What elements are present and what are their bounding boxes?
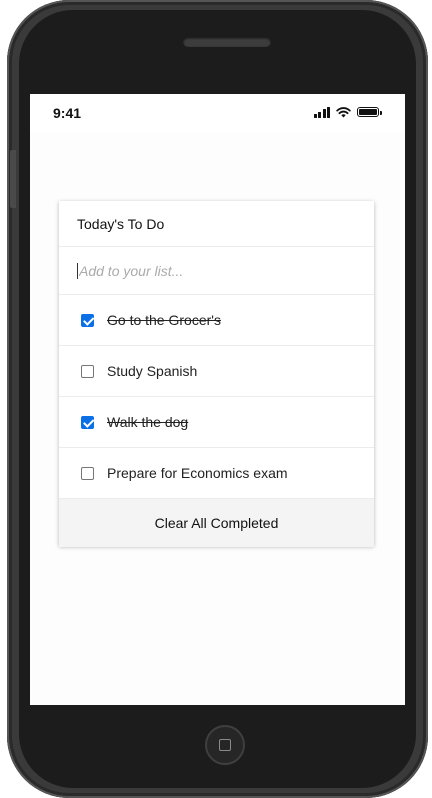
todo-item-label: Study Spanish [107, 363, 198, 379]
add-item-input[interactable] [77, 262, 356, 279]
checked-checkbox[interactable] [81, 415, 94, 429]
todo-item-label: Prepare for Economics exam [107, 465, 288, 481]
todo-item-label: Go to the Grocer's [107, 312, 221, 328]
todo-title: Today's To Do [59, 201, 374, 247]
status-bar: 9:41 [30, 94, 405, 132]
status-time: 9:41 [53, 105, 82, 121]
home-square-icon [219, 739, 231, 751]
checked-checkbox[interactable] [81, 313, 94, 327]
todo-list-item[interactable]: Go to the Grocer's [59, 295, 374, 346]
side-button [10, 150, 16, 208]
clear-completed-button[interactable]: Clear All Completed [59, 499, 374, 547]
add-item-row [59, 247, 374, 295]
todo-list-item[interactable]: Study Spanish [59, 346, 374, 397]
todo-list-item[interactable]: Walk the dog [59, 397, 374, 448]
phone-screen: 9:41 Today's To Do Go to the Grocer's Stu… [30, 94, 405, 705]
todo-item-label: Walk the dog [107, 414, 189, 430]
battery-icon [357, 107, 382, 117]
speaker-grille [183, 37, 271, 47]
status-icons [313, 106, 382, 118]
todo-list-item[interactable]: Prepare for Economics exam [59, 448, 374, 499]
home-button[interactable] [205, 725, 245, 765]
wifi-icon [336, 107, 351, 118]
todo-card: Today's To Do Go to the Grocer's Study Sp… [59, 201, 374, 547]
todo-list: Go to the Grocer's Study Spanish Walk the … [59, 295, 374, 499]
cellular-signal-icon [313, 106, 330, 118]
unchecked-checkbox[interactable] [81, 466, 94, 480]
unchecked-checkbox[interactable] [81, 364, 94, 378]
